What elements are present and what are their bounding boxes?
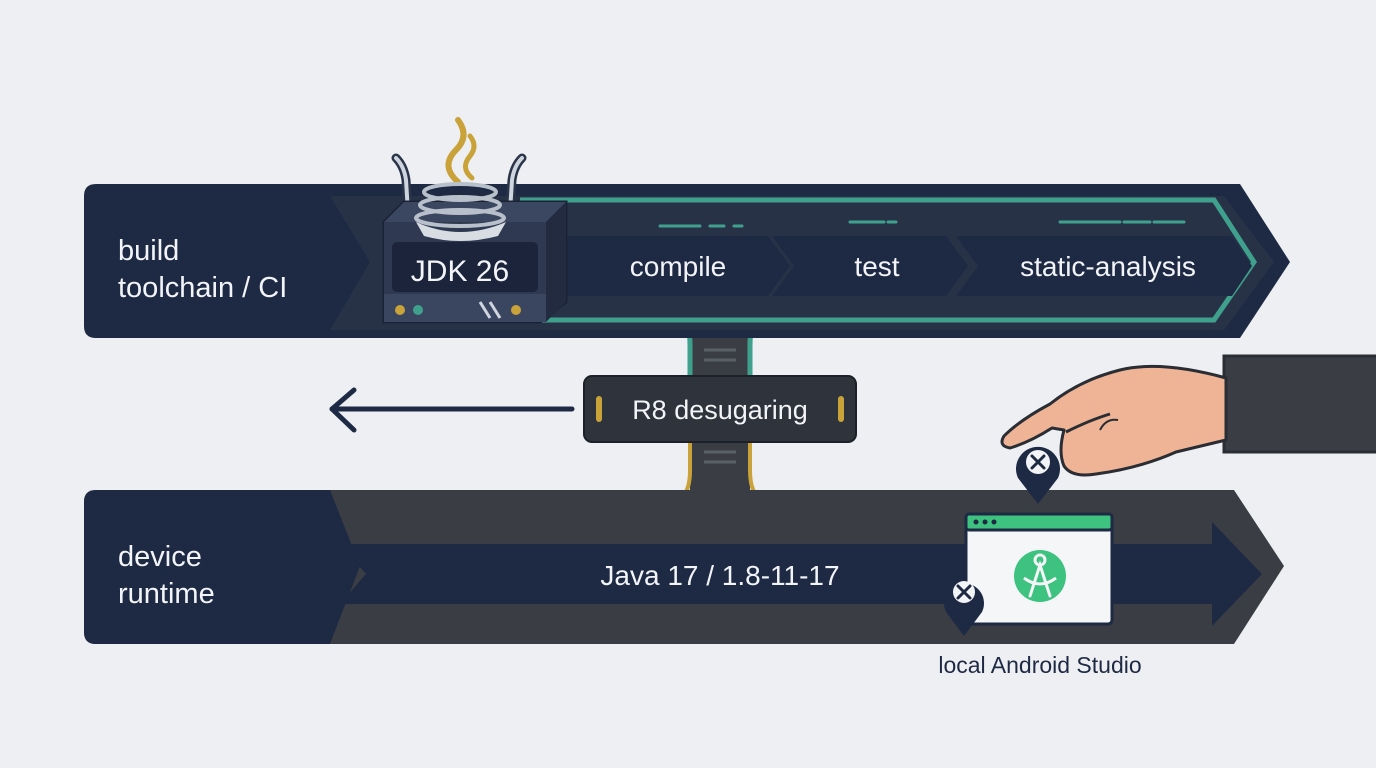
stage-label-compile: compile bbox=[630, 251, 726, 282]
runtime-lane-label-line1: device bbox=[118, 541, 202, 573]
stage-label-test: test bbox=[854, 251, 899, 282]
runtime-versions-label: Java 17 / 1.8-11-17 bbox=[600, 560, 839, 591]
hand-icon bbox=[1000, 354, 1376, 477]
stage-label-static-analysis: static-analysis bbox=[1020, 251, 1196, 282]
build-lane-label-line1: build bbox=[118, 235, 179, 267]
jdk-version-label: JDK 26 bbox=[411, 255, 509, 288]
status-light-gold bbox=[395, 305, 405, 315]
android-studio-window bbox=[964, 512, 1114, 626]
build-lane-label-line2: toolchain / CI bbox=[118, 272, 287, 304]
left-arrow-icon bbox=[329, 387, 575, 433]
runtime-lane-label-line2: runtime bbox=[118, 578, 215, 610]
build-lane: build toolchain / CI compile test static… bbox=[84, 184, 1290, 338]
status-light-teal bbox=[413, 305, 423, 315]
diagram-canvas: build toolchain / CI compile test static… bbox=[0, 0, 1376, 768]
r8-desugaring-label: R8 desugaring bbox=[632, 395, 808, 425]
android-studio-icon bbox=[1014, 550, 1066, 602]
r8-desugaring-box: R8 desugaring bbox=[583, 375, 857, 443]
diagram-svg: build toolchain / CI compile test static… bbox=[84, 117, 1376, 678]
local-android-studio-caption: local Android Studio bbox=[938, 652, 1141, 678]
